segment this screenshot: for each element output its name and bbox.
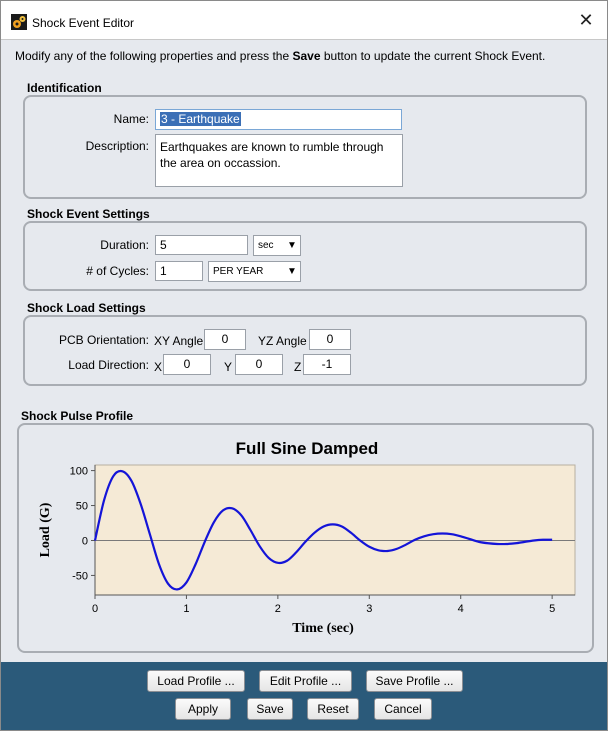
load-direction-label: Load Direction:	[68, 358, 149, 372]
cycles-field[interactable]: 1	[155, 261, 203, 281]
z-label: Z	[294, 360, 302, 374]
instructions-after: button to update the current Shock Event…	[320, 49, 546, 63]
button-bar: Load Profile ... Edit Profile ... Save P…	[1, 662, 607, 730]
pcb-orientation-label: PCB Orientation:	[58, 333, 149, 347]
window-title: Shock Event Editor	[32, 16, 135, 30]
instructions-before: Modify any of the following properties a…	[15, 49, 293, 63]
description-label: Description:	[85, 139, 149, 153]
yz-angle-label: YZ Angle	[258, 334, 307, 348]
chevron-down-icon: ▼	[287, 266, 297, 277]
x-axis-label: Time (sec)	[292, 621, 354, 636]
yz-angle-field[interactable]: 0	[309, 329, 351, 350]
y-tick-label: 50	[76, 501, 88, 513]
title-bar: Shock Event Editor ✕	[1, 1, 607, 40]
load-settings-title: Shock Load Settings	[27, 301, 146, 315]
close-icon: ✕	[578, 9, 594, 30]
load-profile-button[interactable]: Load Profile ...	[147, 670, 245, 692]
y-tick-label: 0	[82, 535, 88, 547]
x-tick-label: 4	[458, 603, 464, 615]
load-y-field[interactable]: 0	[235, 354, 283, 375]
chevron-down-icon: ▼	[287, 240, 297, 251]
y-axis: 100 50 0 -50	[70, 465, 96, 595]
apply-button[interactable]: Apply	[175, 698, 231, 720]
instructions-bold: Save	[292, 49, 321, 63]
pulse-profile-chart-frame: Full Sine Damped 100 50 0 -50 0 1 2 3 4 5 Time (…	[17, 423, 594, 653]
cycles-label: # of Cycles:	[86, 264, 149, 278]
edit-profile-button[interactable]: Edit Profile ...	[259, 670, 352, 692]
identification-title: Identification	[27, 81, 102, 95]
event-settings-title: Shock Event Settings	[27, 207, 150, 221]
x-tick-label: 1	[183, 603, 189, 615]
save-button[interactable]: Save	[247, 698, 293, 720]
instructions-text: Modify any of the following properties a…	[15, 49, 545, 63]
close-button[interactable]: ✕	[565, 1, 607, 39]
description-field[interactable]: Earthquakes are known to rumble through …	[155, 134, 403, 187]
cycles-unit-value: PER YEAR	[213, 266, 264, 277]
x-tick-label: 5	[549, 603, 555, 615]
duration-field[interactable]: 5	[155, 235, 248, 255]
x-label: X	[154, 360, 163, 374]
shock-pulse-chart: Full Sine Damped 100 50 0 -50 0 1 2 3 4 5 Time (…	[38, 439, 576, 636]
event-settings-group	[23, 221, 587, 291]
load-x-field[interactable]: 0	[163, 354, 211, 375]
pulse-profile-title: Shock Pulse Profile	[21, 409, 134, 423]
xy-angle-label: XY Angle	[154, 334, 204, 348]
duration-label: Duration:	[100, 238, 149, 252]
reset-button[interactable]: Reset	[307, 698, 359, 720]
x-tick-label: 2	[275, 603, 281, 615]
shock-event-editor-window: Shock Event Editor ✕ Modify any of the f…	[0, 0, 608, 731]
name-label: Name:	[113, 112, 149, 126]
x-tick-label: 0	[92, 603, 98, 615]
save-profile-button[interactable]: Save Profile ...	[366, 670, 463, 692]
chart-title: Full Sine Damped	[236, 439, 379, 458]
cancel-button[interactable]: Cancel	[374, 698, 432, 720]
x-axis: 0 1 2 3 4 5	[92, 594, 575, 615]
y-tick-label: -50	[72, 570, 88, 582]
name-value: 3 - Earthquake	[160, 112, 241, 126]
xy-angle-field[interactable]: 0	[204, 329, 246, 350]
duration-unit-value: sec	[258, 240, 274, 251]
y-axis-label: Load (G)	[38, 502, 53, 557]
cycles-unit-select[interactable]: PER YEAR ▼	[208, 261, 301, 282]
duration-unit-select[interactable]: sec ▼	[253, 235, 301, 256]
gears-app-icon	[11, 14, 27, 30]
plot-area	[94, 464, 576, 596]
y-label: Y	[224, 360, 233, 374]
y-tick-label: 100	[70, 466, 88, 478]
load-z-field[interactable]: -1	[303, 354, 351, 375]
x-tick-label: 3	[366, 603, 372, 615]
load-settings-group	[23, 315, 587, 386]
name-field[interactable]: 3 - Earthquake	[155, 109, 402, 130]
